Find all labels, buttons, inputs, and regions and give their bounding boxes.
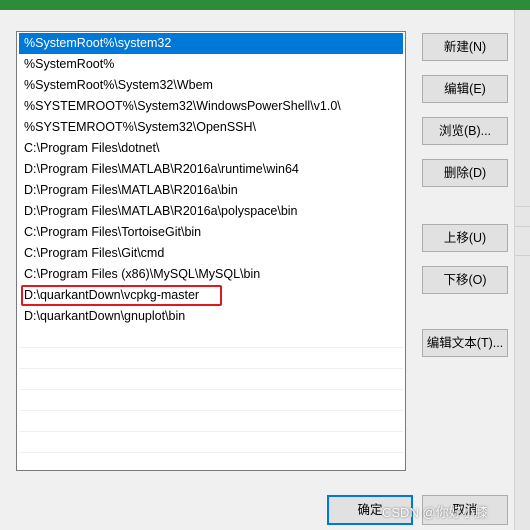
empty-row[interactable]: [19, 348, 403, 369]
path-entry-row[interactable]: C:\Program Files\Git\cmd: [19, 243, 403, 264]
edit-text-button[interactable]: 编辑文本(T)...: [422, 329, 508, 357]
delete-button[interactable]: 删除(D): [422, 159, 508, 187]
empty-row[interactable]: [19, 369, 403, 390]
path-entry-row[interactable]: D:\quarkantDown\vcpkg-master: [19, 285, 403, 306]
edit-button[interactable]: 编辑(E): [422, 75, 508, 103]
move-up-button[interactable]: 上移(U): [422, 224, 508, 252]
empty-row[interactable]: [19, 327, 403, 348]
path-entry-row[interactable]: %SYSTEMROOT%\System32\WindowsPowerShell\…: [19, 96, 403, 117]
background-divider: [515, 255, 530, 256]
title-bar: [0, 0, 530, 10]
path-entry-row[interactable]: C:\Program Files (x86)\MySQL\MySQL\bin: [19, 264, 403, 285]
path-entry-row[interactable]: %SystemRoot%\system32: [19, 33, 403, 54]
path-entry-row[interactable]: D:\Program Files\MATLAB\R2016a\bin: [19, 180, 403, 201]
empty-row[interactable]: [19, 453, 403, 470]
path-entry-row[interactable]: %SYSTEMROOT%\System32\OpenSSH\: [19, 117, 403, 138]
background-window-edge: [514, 10, 530, 530]
empty-row[interactable]: [19, 432, 403, 453]
cancel-button[interactable]: 取消: [422, 495, 508, 525]
path-entry-row[interactable]: D:\Program Files\MATLAB\R2016a\polyspace…: [19, 201, 403, 222]
path-entry-row[interactable]: D:\quarkantDown\gnuplot\bin: [19, 306, 403, 327]
path-entry-row[interactable]: C:\Program Files\TortoiseGit\bin: [19, 222, 403, 243]
edit-environment-variable-dialog: %SystemRoot%\system32 %SystemRoot% %System…: [0, 0, 530, 530]
path-entries-list[interactable]: %SystemRoot%\system32 %SystemRoot% %System…: [16, 31, 406, 471]
empty-row[interactable]: [19, 411, 403, 432]
background-divider: [515, 226, 530, 227]
background-divider: [515, 206, 530, 207]
ok-button[interactable]: 确定: [327, 495, 413, 525]
path-entry-row[interactable]: %SystemRoot%: [19, 54, 403, 75]
path-entry-row[interactable]: C:\Program Files\dotnet\: [19, 138, 403, 159]
empty-row[interactable]: [19, 390, 403, 411]
move-down-button[interactable]: 下移(O): [422, 266, 508, 294]
path-entry-row[interactable]: %SystemRoot%\System32\Wbem: [19, 75, 403, 96]
browse-button[interactable]: 浏览(B)...: [422, 117, 508, 145]
path-entry-row[interactable]: D:\Program Files\MATLAB\R2016a\runtime\w…: [19, 159, 403, 180]
new-button[interactable]: 新建(N): [422, 33, 508, 61]
